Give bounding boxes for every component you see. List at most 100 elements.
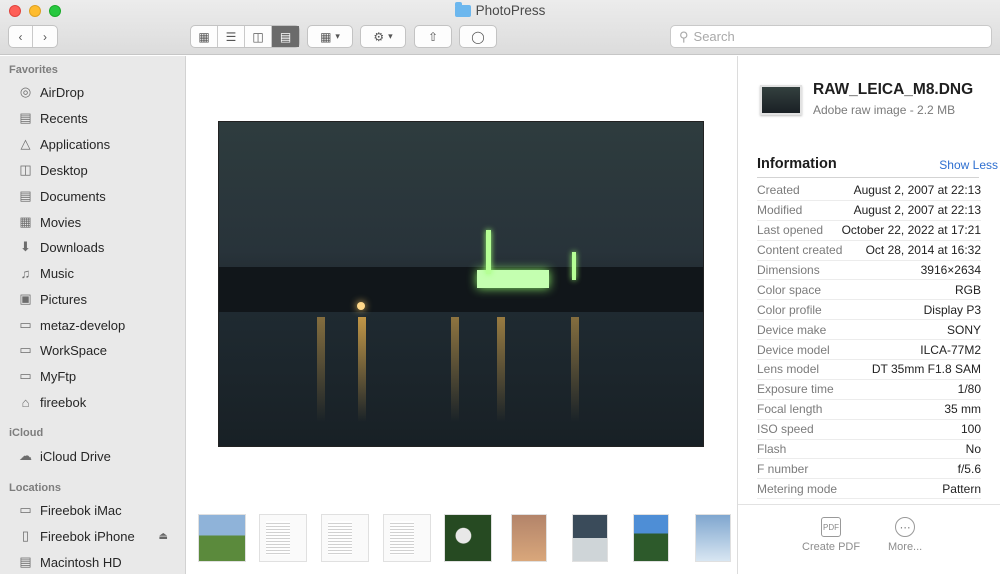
photo-reflection — [358, 317, 366, 422]
metadata-key: Flash — [757, 442, 787, 457]
sidebar-item-airdrop[interactable]: ◎ AirDrop — [17, 81, 182, 103]
action-menu-button[interactable]: ⚙ ▾ — [360, 25, 406, 48]
chevron-down-icon: ▾ — [335, 31, 340, 41]
favorites-heading: Favorites — [9, 64, 58, 76]
back-button[interactable]: ‹ — [9, 26, 34, 47]
list-view-button[interactable]: ☰ — [218, 26, 245, 47]
folder-icon: ▭ — [19, 342, 32, 357]
sidebar-item-label: Pictures — [40, 291, 87, 307]
metadata-value: Display P3 — [923, 302, 981, 317]
search-icon: ⚲ — [679, 28, 689, 44]
forward-button[interactable]: › — [33, 26, 57, 47]
sidebar-item-label: Recents — [40, 110, 88, 126]
sidebar-item-downloads[interactable]: ⬇ Downloads — [17, 236, 182, 258]
metadata-value: August 2, 2007 at 22:13 — [853, 203, 981, 218]
thumbnail[interactable] — [383, 514, 431, 562]
metadata-value: Oct 28, 2014 at 16:32 — [865, 243, 981, 258]
sidebar-item-label: Movies — [40, 214, 82, 230]
sidebar-item-applications[interactable]: △ Applications — [17, 133, 182, 155]
metadata-value: 35 mm — [944, 402, 981, 417]
desktop-icon: ◫ — [19, 162, 32, 177]
metadata-value: October 22, 2022 at 17:21 — [841, 223, 981, 238]
sidebar-item-pictures[interactable]: ▣ Pictures — [17, 288, 182, 310]
sidebar-item-documents[interactable]: ▤ Documents — [17, 185, 182, 207]
window-toolbar: PhotoPress ‹ › ▦ ☰ ◫ ▤ ▦ ▾ ⚙ ▾ ⇧ ◯ ⚲ Sea… — [0, 0, 1000, 55]
list-view-icon: ☰ — [225, 29, 237, 44]
metadata-key: Device make — [757, 322, 827, 337]
sidebar-item-label: metaz-develop — [40, 317, 126, 333]
metadata-row: F number f/5.6 — [757, 459, 981, 480]
sidebar-item-desktop[interactable]: ◫ Desktop — [17, 159, 182, 181]
create-pdf-button[interactable]: PDF Create PDF — [802, 517, 860, 553]
icloud-heading: iCloud — [9, 427, 44, 439]
thumbnail[interactable] — [633, 514, 669, 562]
document-icon: ▤ — [19, 188, 32, 203]
metadata-value: Pattern — [942, 481, 981, 496]
preview-inspector: RAW_LEICA_M8.DNG Adobe raw image - 2.2 M… — [737, 56, 1000, 574]
metadata-row: Color profile Display P3 — [757, 300, 981, 321]
sidebar-item-icloud-drive[interactable]: ☁ iCloud Drive — [17, 445, 182, 467]
gallery-view-button[interactable]: ▤ — [272, 26, 299, 47]
airdrop-icon: ◎ — [19, 84, 32, 99]
share-button[interactable]: ⇧ — [414, 25, 452, 48]
tag-button[interactable]: ◯ — [459, 25, 497, 48]
photo-water — [219, 312, 703, 446]
group-menu-button[interactable]: ▦ ▾ — [307, 25, 353, 48]
window-title: PhotoPress — [0, 1, 1000, 18]
metadata-value: RGB — [954, 282, 981, 297]
photo-chimney — [486, 230, 491, 274]
sidebar-item-workspace[interactable]: ▭ WorkSpace — [17, 339, 182, 361]
metadata-row: Last opened October 22, 2022 at 17:21 — [757, 221, 981, 241]
sidebar-item-metaz-develop[interactable]: ▭ metaz-develop — [17, 314, 182, 336]
metadata-key: F number — [757, 461, 809, 476]
filmstrip — [187, 514, 736, 566]
metadata-key: Exposure time — [757, 382, 834, 397]
chevron-left-icon: ‹ — [18, 29, 23, 44]
thumbnail[interactable] — [198, 514, 246, 562]
metadata-row: Metering mode Pattern — [757, 479, 981, 500]
more-button[interactable]: ⋯ More... — [888, 517, 922, 553]
show-less-link[interactable]: Show Less — [939, 158, 998, 172]
metadata-key: Last opened — [757, 223, 824, 238]
metadata-key: Metering mode — [757, 481, 838, 496]
metadata-row: Content created Oct 28, 2014 at 16:32 — [757, 241, 981, 261]
column-view-button[interactable]: ◫ — [245, 26, 272, 47]
metadata-row: Device make SONY — [757, 320, 981, 341]
metadata-key: Color profile — [757, 302, 822, 317]
sidebar-item-fireebok-iphone[interactable]: ▯ Fireebok iPhone ⏏ — [17, 525, 182, 547]
metadata-value: August 2, 2007 at 22:13 — [853, 183, 981, 198]
thumbnail[interactable] — [259, 514, 307, 562]
thumbnail[interactable] — [572, 514, 608, 562]
sidebar-item-movies[interactable]: ▦ Movies — [17, 211, 182, 233]
search-field[interactable]: ⚲ Search — [670, 25, 992, 48]
metadata-key: Device model — [757, 342, 830, 357]
metadata-row: Color space RGB — [757, 280, 981, 301]
icon-view-button[interactable]: ▦ — [191, 26, 218, 47]
view-mode-group: ▦ ☰ ◫ ▤ — [190, 25, 300, 48]
tag-icon: ◯ — [471, 29, 485, 44]
sidebar-item-label: Music — [40, 265, 74, 281]
metadata-value: No — [965, 442, 981, 457]
sidebar-item-recents[interactable]: ▤ Recents — [17, 107, 182, 129]
thumbnail[interactable] — [511, 514, 547, 562]
photo-reflection — [451, 317, 459, 422]
sidebar-item-myftp[interactable]: ▭ MyFtp — [17, 365, 182, 387]
film-icon: ▦ — [19, 214, 32, 229]
thumbnail[interactable] — [321, 514, 369, 562]
thumbnail[interactable] — [444, 514, 492, 562]
sidebar: Favorites ◎ AirDrop ▤ Recents △ Applicat… — [0, 56, 186, 574]
metadata-key: Focal length — [757, 402, 823, 417]
metadata-row: Flash No — [757, 440, 981, 460]
photo-reflection — [497, 317, 505, 422]
applications-icon: △ — [20, 136, 31, 151]
eject-icon[interactable]: ⏏ — [159, 531, 168, 542]
sidebar-item-fireebok[interactable]: ⌂ fireebok — [17, 391, 182, 413]
metadata-row: Device model ILCA-77M2 — [757, 340, 981, 361]
sidebar-item-macintosh-hd[interactable]: ▤ Macintosh HD — [17, 551, 182, 573]
sidebar-item-label: Fireebok iMac — [40, 502, 122, 518]
icon-view-icon: ▦ — [198, 29, 210, 44]
sidebar-item-fireebok-imac[interactable]: ▭ Fireebok iMac — [17, 499, 182, 521]
sidebar-item-music[interactable]: ♫ Music — [17, 262, 182, 284]
metadata-key: Dimensions — [757, 263, 820, 277]
thumbnail[interactable] — [695, 514, 731, 562]
